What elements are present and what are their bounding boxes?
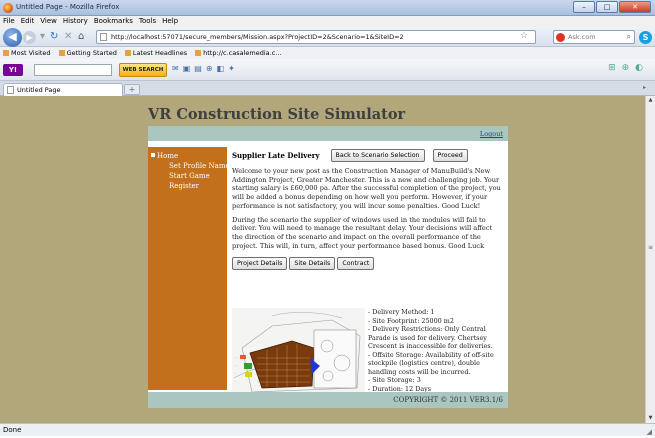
menu-edit[interactable]: Edit bbox=[21, 16, 35, 27]
menu-bookmarks[interactable]: Bookmarks bbox=[94, 16, 133, 27]
header-bar: Logout bbox=[148, 126, 508, 141]
site-plan-image: ···· ···· ···· ···· bbox=[232, 308, 365, 395]
ask-icon bbox=[556, 33, 565, 42]
bookmarks-toolbar: Most Visited Getting Started Latest Head… bbox=[0, 47, 655, 59]
bookmark-casalemedia[interactable]: http://c.casalemedia.c... bbox=[195, 47, 281, 59]
bookmark-latest-headlines[interactable]: Latest Headlines bbox=[125, 47, 187, 59]
tab-list-icon[interactable]: ▸ bbox=[643, 84, 653, 94]
sidebar: Home Set Profile Name Start Game Registe… bbox=[148, 147, 230, 390]
detail-site-storage: - Site Storage: 3 bbox=[368, 376, 421, 384]
bookmark-star-icon[interactable]: ☆ bbox=[520, 31, 528, 41]
nav-home[interactable]: Home bbox=[151, 151, 227, 161]
menu-history[interactable]: History bbox=[63, 16, 88, 27]
vertical-scrollbar[interactable]: ▲ ≡ ▼ bbox=[645, 96, 655, 423]
bookmark-getting-started[interactable]: Getting Started bbox=[59, 47, 117, 59]
url-text: http://localhost:57071/secure_members/Mi… bbox=[111, 33, 404, 41]
nav-set-profile-name[interactable]: Set Profile Name bbox=[151, 161, 230, 171]
svg-text:····: ···· bbox=[234, 364, 237, 367]
project-details-button[interactable]: Project Details bbox=[232, 257, 288, 271]
navigation-toolbar: ◀ ▶ ▾ ↻ ✕ ⌂ http://localhost:57071/secur… bbox=[0, 27, 655, 47]
svg-text:····: ···· bbox=[234, 356, 237, 359]
nav-register[interactable]: Register bbox=[151, 181, 227, 191]
main-content: Supplier Late Delivery Back to Scenario … bbox=[232, 148, 504, 395]
home-icon[interactable]: ⌂ bbox=[78, 31, 84, 43]
web-search-button[interactable]: WEB SEARCH bbox=[119, 63, 167, 77]
address-bar[interactable]: http://localhost:57071/secure_members/Mi… bbox=[96, 30, 536, 44]
site-details-button[interactable]: Site Details bbox=[289, 257, 336, 271]
footer-bar: COPYRIGHT © 2011 VER3.1/6 bbox=[148, 392, 508, 408]
logout-link[interactable]: Logout bbox=[480, 130, 503, 138]
dropdown-arrow-icon[interactable]: ▾ bbox=[40, 31, 45, 43]
new-tab-button[interactable]: + bbox=[124, 84, 140, 95]
page-icon bbox=[100, 33, 107, 41]
detail-site-footprint: - Site Footprint: 25000 m2 bbox=[368, 316, 454, 325]
skype-icon[interactable]: S bbox=[639, 31, 652, 44]
back-to-scenario-button[interactable]: Back to Scenario Selection bbox=[330, 148, 425, 162]
search-placeholder: Ask.com bbox=[568, 33, 596, 41]
menu-help[interactable]: Help bbox=[162, 16, 178, 27]
yahoo-toolbar: Y! WEB SEARCH ✉▣▤⊕◧✦ ⊞⊕◐ bbox=[0, 59, 655, 81]
menu-tools[interactable]: Tools bbox=[139, 16, 156, 27]
intro-paragraph: Welcome to your new post as the Construc… bbox=[232, 167, 501, 210]
window-titlebar: Untitled Page - Mozilla Firefox – □ ✕ bbox=[0, 0, 655, 16]
tab-label: Untitled Page bbox=[17, 86, 61, 94]
nav-start-game[interactable]: Start Game bbox=[151, 171, 227, 181]
stop-icon[interactable]: ✕ bbox=[64, 31, 72, 43]
menu-file[interactable]: File bbox=[3, 16, 15, 27]
back-button[interactable]: ◀ bbox=[3, 28, 22, 47]
toolbar-icons[interactable]: ✉▣▤⊕◧✦ bbox=[172, 64, 239, 73]
search-box[interactable]: Ask.com ⌕ bbox=[553, 30, 635, 44]
tab-untitled-page[interactable]: Untitled Page bbox=[3, 83, 123, 96]
svg-text:····: ···· bbox=[234, 372, 237, 375]
contract-button[interactable]: Contract bbox=[337, 257, 375, 271]
menu-bar: File Edit View History Bookmarks Tools H… bbox=[0, 16, 655, 27]
menu-view[interactable]: View bbox=[40, 16, 57, 27]
page-icon bbox=[7, 86, 14, 94]
scroll-up-arrow-icon[interactable]: ▲ bbox=[646, 96, 655, 105]
reload-icon[interactable]: ↻ bbox=[50, 31, 58, 43]
search-icon[interactable]: ⌕ bbox=[627, 31, 631, 43]
tab-bar: Untitled Page + ▸ bbox=[0, 81, 655, 96]
project-details-list: - Delivery Method: 1 - Site Footprint: 2… bbox=[368, 308, 508, 393]
toolbar-right-icons[interactable]: ⊞⊕◐ bbox=[608, 63, 649, 73]
yahoo-search-input[interactable] bbox=[34, 64, 112, 76]
proceed-button[interactable]: Proceed bbox=[432, 148, 468, 162]
scenario-paragraph: During the scenario the supplier of wind… bbox=[232, 215, 493, 250]
site-title: VR Construction Site Simulator bbox=[148, 106, 406, 123]
scroll-down-arrow-icon[interactable]: ▼ bbox=[646, 414, 655, 423]
bookmark-most-visited[interactable]: Most Visited bbox=[3, 47, 51, 59]
detail-delivery-method: - Delivery Method: 1 bbox=[368, 308, 435, 316]
window-title: Untitled Page - Mozilla Firefox bbox=[16, 3, 120, 11]
resize-grip-icon[interactable]: ◢ bbox=[647, 426, 652, 438]
detail-offsite-storage: - Offsite Storage: Availability of off-s… bbox=[368, 350, 494, 376]
detail-delivery-restrictions: - Delivery Restrictions: Only Central Pa… bbox=[368, 325, 493, 350]
copyright-text: COPYRIGHT © 2011 VER3.1/6 bbox=[393, 396, 503, 404]
svg-text:····: ···· bbox=[234, 380, 237, 383]
page-viewport: VR Construction Site Simulator Logout Ho… bbox=[0, 96, 645, 423]
maximize-button[interactable]: □ bbox=[596, 1, 618, 13]
scenario-heading: Supplier Late Delivery bbox=[232, 150, 320, 160]
status-text: Done bbox=[3, 426, 22, 434]
close-button[interactable]: ✕ bbox=[619, 1, 651, 13]
scroll-grip-icon[interactable]: ≡ bbox=[648, 245, 653, 258]
yahoo-logo-icon[interactable]: Y! bbox=[3, 64, 23, 76]
main-panel: Logout Home Set Profile Name Start Game … bbox=[148, 126, 508, 408]
minimize-button[interactable]: – bbox=[573, 1, 595, 13]
forward-button[interactable]: ▶ bbox=[23, 31, 36, 44]
firefox-icon bbox=[3, 3, 13, 13]
status-bar: Done ◢ bbox=[0, 423, 655, 436]
